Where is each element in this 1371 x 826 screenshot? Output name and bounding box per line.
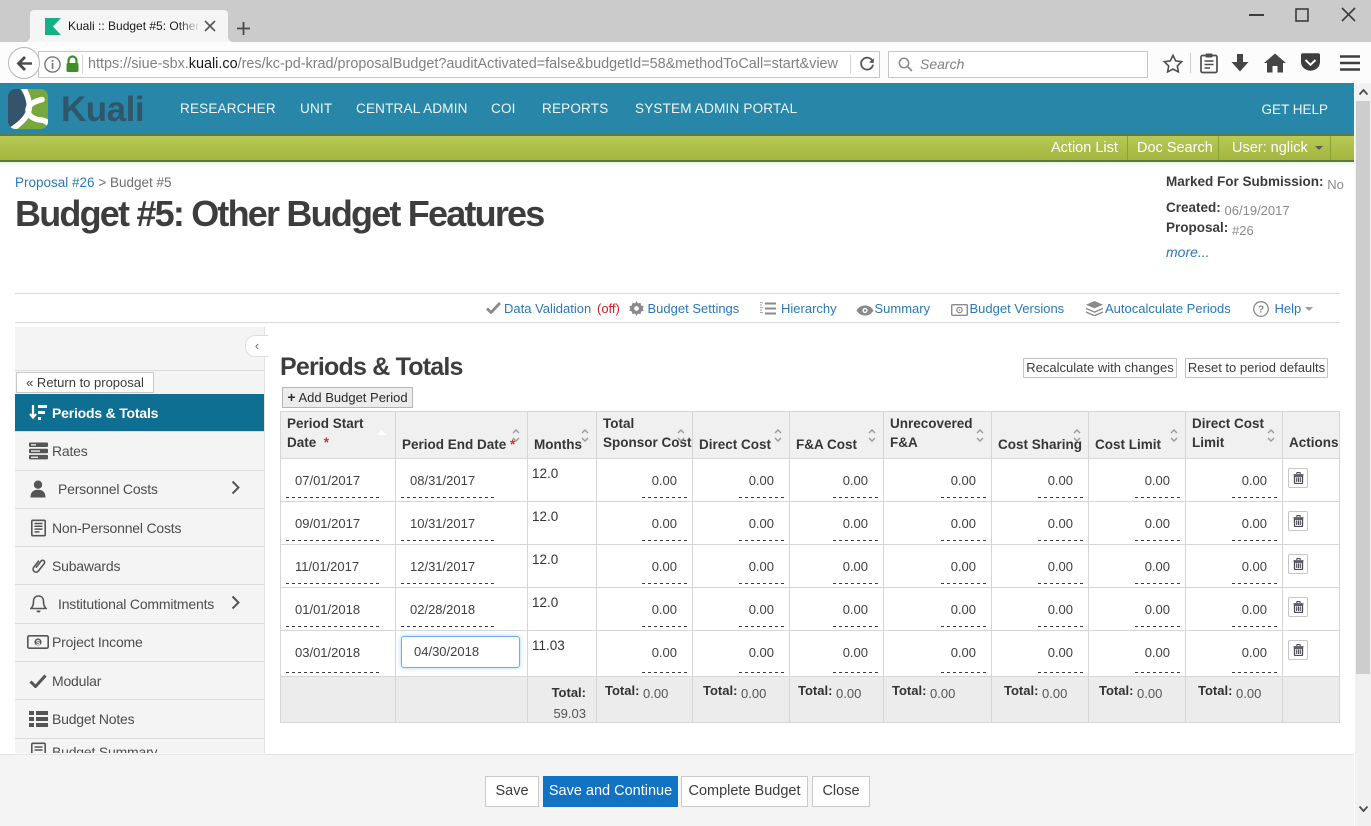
svg-text:?: ? xyxy=(1258,304,1264,316)
